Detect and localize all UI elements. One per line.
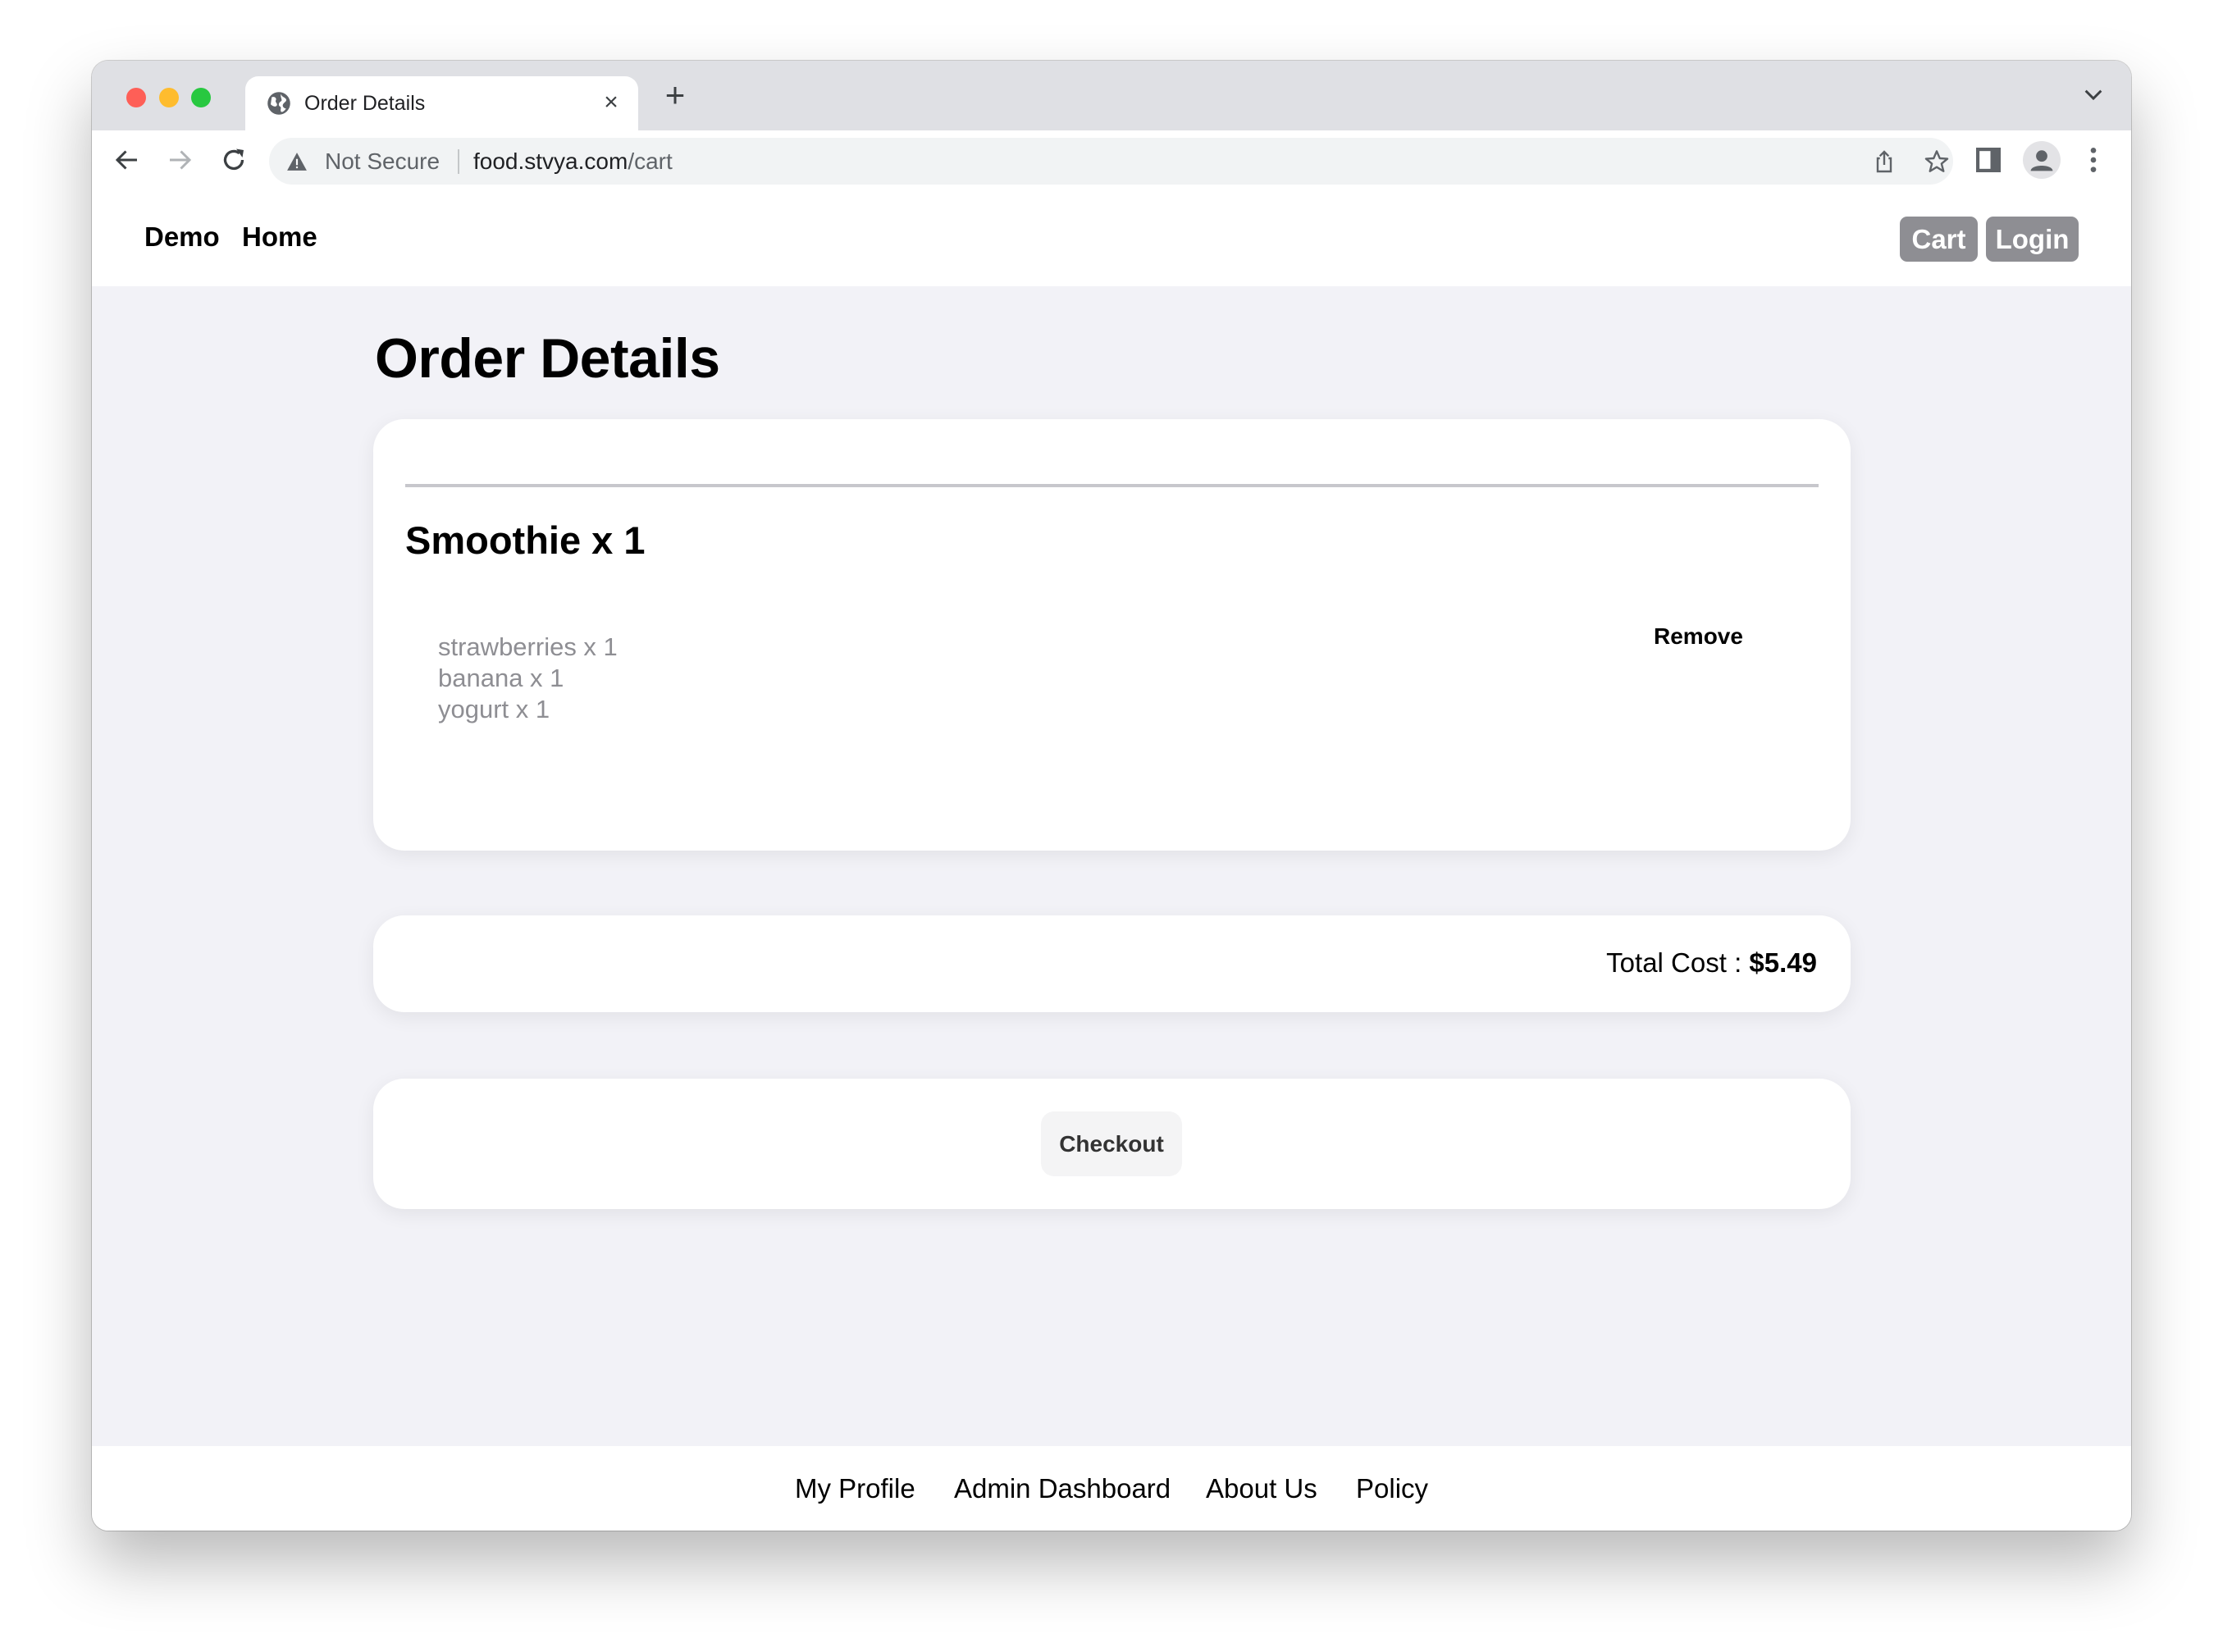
profile-icon[interactable] bbox=[2023, 141, 2061, 179]
address-separator bbox=[458, 149, 459, 174]
url-host: food.stvya.com bbox=[473, 148, 628, 174]
cart-button[interactable]: Cart bbox=[1900, 217, 1978, 262]
maximize-window-button[interactable] bbox=[191, 88, 211, 107]
footer-link-admin-dashboard[interactable]: Admin Dashboard bbox=[954, 1472, 1171, 1505]
divider bbox=[405, 484, 1819, 487]
footer-link-about-us[interactable]: About Us bbox=[1206, 1472, 1317, 1505]
total-cost-label: Total Cost : bbox=[1606, 947, 1750, 978]
ingredient-item: strawberries x 1 bbox=[438, 632, 618, 661]
chevron-down-icon[interactable] bbox=[2080, 82, 2107, 108]
url-text[interactable]: food.stvya.com/cart bbox=[473, 148, 673, 176]
order-item-card: Smoothie x 1 strawberries x 1 banana x 1… bbox=[373, 419, 1851, 851]
ingredient-item: yogurt x 1 bbox=[438, 695, 550, 723]
browser-window: Order Details × + Not Secure food.stvya.… bbox=[92, 61, 2131, 1531]
reload-icon[interactable] bbox=[219, 145, 249, 175]
footer-link-my-profile[interactable]: My Profile bbox=[795, 1472, 915, 1505]
total-cost: Total Cost : $5.49 bbox=[1606, 947, 1817, 979]
main-content: Order Details Smoothie x 1 strawberries … bbox=[92, 286, 2131, 1446]
back-arrow-icon[interactable] bbox=[112, 145, 142, 175]
address-bar[interactable]: Not Secure food.stvya.com/cart bbox=[269, 138, 1953, 185]
brand-link[interactable]: Demo bbox=[144, 221, 220, 253]
sidebar-icon[interactable] bbox=[1972, 144, 2005, 176]
login-button[interactable]: Login bbox=[1986, 217, 2079, 262]
ingredient-item: banana x 1 bbox=[438, 664, 564, 692]
total-cost-value: $5.49 bbox=[1749, 947, 1817, 978]
close-window-button[interactable] bbox=[126, 88, 146, 107]
ingredient-list: strawberries x 1 banana x 1 yogurt x 1 bbox=[438, 632, 618, 725]
url-path: /cart bbox=[628, 148, 673, 174]
footer: My Profile Admin Dashboard About Us Poli… bbox=[92, 1446, 2131, 1531]
globe-icon bbox=[267, 92, 290, 115]
tab-title: Order Details bbox=[304, 92, 426, 115]
checkout-card: Checkout bbox=[373, 1079, 1851, 1209]
more-vert-icon[interactable] bbox=[2077, 144, 2110, 176]
page-title: Order Details bbox=[375, 327, 720, 390]
item-name: Smoothie x 1 bbox=[405, 518, 646, 562]
browser-toolbar: Not Secure food.stvya.com/cart bbox=[92, 130, 2131, 190]
star-icon[interactable] bbox=[1924, 148, 1950, 175]
forward-arrow-icon[interactable] bbox=[165, 145, 194, 175]
total-cost-card: Total Cost : $5.49 bbox=[373, 915, 1851, 1012]
site-navbar: Demo Home Cart Login bbox=[92, 189, 2131, 286]
minimize-window-button[interactable] bbox=[159, 88, 179, 107]
warning-icon[interactable] bbox=[286, 151, 308, 172]
share-icon[interactable] bbox=[1871, 148, 1897, 175]
checkout-button[interactable]: Checkout bbox=[1041, 1111, 1182, 1176]
close-icon[interactable]: × bbox=[599, 88, 623, 117]
plus-icon[interactable]: + bbox=[659, 77, 692, 113]
footer-link-policy[interactable]: Policy bbox=[1356, 1472, 1428, 1505]
nav-home-link[interactable]: Home bbox=[242, 221, 317, 253]
remove-item-button[interactable]: Remove bbox=[1654, 622, 1743, 651]
browser-tab-active[interactable]: Order Details × bbox=[245, 76, 638, 130]
security-status[interactable]: Not Secure bbox=[325, 148, 440, 176]
tab-bar: Order Details × + bbox=[92, 61, 2131, 130]
